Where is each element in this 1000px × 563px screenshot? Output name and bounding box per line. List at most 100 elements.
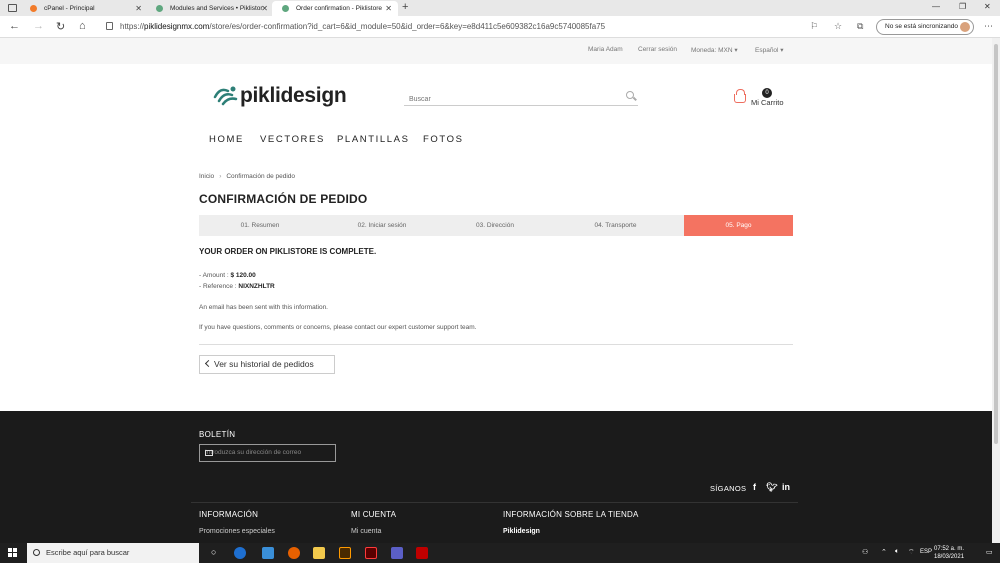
people-icon[interactable]: ⚇	[862, 548, 868, 556]
breadcrumb-current: Confirmación de pedido	[226, 173, 296, 180]
nav-home[interactable]: HOME	[209, 134, 244, 145]
checkout-steps: 01. Resumen 02. Iniciar sesión 03. Direc…	[199, 215, 793, 236]
order-complete-message: YOUR ORDER ON PIKLISTORE IS COMPLETE.	[199, 247, 377, 256]
footer-account-heading: MI CUENTA	[351, 510, 397, 519]
language-selector[interactable]: Español ▾	[755, 46, 784, 54]
browser-tab-bar: cPanel - Principal ✕ Modules and Service…	[0, 0, 1000, 16]
piklidesign-logo-icon[interactable]	[212, 82, 240, 108]
tab-modules[interactable]: Modules and Services • Piklistor ✕	[146, 1, 274, 16]
network-icon[interactable]: ⌔	[908, 548, 915, 557]
tab-actions-icon[interactable]	[8, 4, 17, 12]
windows-start-icon[interactable]	[8, 548, 18, 558]
nav-plantillas[interactable]: PLANTILLAS	[337, 134, 410, 145]
footer-divider	[191, 502, 798, 503]
clock-date: 18/03/2021	[934, 554, 965, 560]
step-pago: 05. Pago	[684, 215, 793, 236]
new-tab-button[interactable]: +	[402, 1, 408, 13]
footer-link-my-account[interactable]: Mi cuenta	[351, 528, 381, 535]
forward-icon[interactable]: →	[33, 20, 44, 32]
tab-label: Modules and Services • Piklistor	[170, 5, 263, 12]
tab-order-confirmation[interactable]: Order confirmation - Piklistore ✕	[272, 1, 398, 16]
reload-icon[interactable]: ↻	[56, 20, 65, 33]
cart-basket-icon	[734, 89, 746, 103]
close-icon[interactable]: ✕	[385, 1, 392, 16]
step-iniciar-sesion: 02. Iniciar sesión	[357, 222, 407, 229]
envelope-icon[interactable]	[205, 450, 213, 456]
restore-icon[interactable]: ❐	[959, 2, 966, 11]
volume-icon[interactable]: 🔈︎	[895, 548, 899, 556]
nav-vectores[interactable]: VECTORES	[260, 134, 325, 145]
firefox-icon[interactable]	[288, 547, 300, 559]
avatar	[960, 22, 970, 32]
step-direccion: 03. Dirección	[476, 222, 514, 229]
url-field[interactable]: https://piklidesignmx.com/store/es/order…	[120, 22, 605, 31]
taskbar-clock[interactable]: 07:52 a. m. 18/03/2021	[934, 545, 964, 561]
logo-wordmark[interactable]: piklidesign	[240, 84, 347, 108]
cart-label: Mi Carrito	[751, 98, 784, 107]
lock-icon[interactable]	[106, 22, 113, 30]
read-aloud-icon[interactable]: ⚐	[810, 21, 818, 32]
acrobat-icon[interactable]	[365, 547, 377, 559]
tray-chevron-icon[interactable]: ⌃	[881, 548, 887, 556]
tab-label: Order confirmation - Piklistore	[296, 5, 382, 12]
piklistore-favicon-icon	[156, 5, 163, 12]
newsletter-email-input[interactable]: Introduzca su dirección de correo	[199, 444, 336, 462]
taskbar-search-label: Escribe aquí para buscar	[46, 548, 130, 557]
search-input[interactable]	[404, 91, 604, 108]
filezilla-icon[interactable]	[416, 547, 428, 559]
currency-selector[interactable]: Moneda: MXN ▾	[691, 46, 738, 54]
linkedin-icon[interactable]: in	[782, 482, 790, 492]
windows-taskbar: Escribe aquí para buscar ○ ⚇ ⌃ 🔈︎ ⌔ ESP …	[0, 543, 1000, 563]
page-title: CONFIRMACIÓN DE PEDIDO	[199, 192, 368, 206]
piklistore-favicon-icon	[282, 5, 289, 12]
footer-store-heading: INFORMACIÓN SOBRE LA TIENDA	[503, 510, 639, 519]
sync-label: No se está sincronizando	[885, 23, 958, 30]
close-icon[interactable]: ✕	[261, 1, 268, 16]
site-footer: BOLETÍN Introduzca su dirección de corre…	[0, 411, 992, 543]
currency-label: Moneda: MXN	[691, 47, 733, 54]
language-indicator[interactable]: ESP	[920, 549, 932, 555]
step-transporte: 04. Transporte	[594, 222, 637, 229]
address-bar: ← → ↻ ⌂ https://piklidesignmx.com/store/…	[0, 16, 1000, 38]
twitter-icon[interactable]: 🐦︎	[766, 482, 777, 493]
collections-icon[interactable]: ⧉	[857, 21, 863, 32]
nav-fotos[interactable]: FOTOS	[423, 134, 464, 145]
close-icon[interactable]: ✕	[135, 1, 142, 16]
taskbar-search[interactable]: Escribe aquí para buscar	[27, 543, 199, 563]
scrollbar-thumb[interactable]	[994, 44, 998, 444]
cart-button[interactable]: 0 Mi Carrito	[734, 88, 794, 111]
newsletter-placeholder: Introduzca su dirección de correo	[205, 449, 302, 456]
breadcrumb-home[interactable]: Inicio	[199, 173, 214, 180]
logout-link[interactable]: Cerrar sesión	[638, 46, 677, 53]
footer-link-promotions[interactable]: Promociones especiales	[199, 528, 275, 535]
teams-icon[interactable]	[391, 547, 403, 559]
facebook-icon[interactable]: f	[753, 482, 756, 492]
file-explorer-icon[interactable]	[313, 547, 325, 559]
order-reference: - Reference : NIXNZHLTR	[199, 283, 275, 290]
back-icon[interactable]: ←	[9, 20, 20, 32]
reference-value: NIXNZHLTR	[238, 283, 275, 290]
step-resumen: 01. Resumen	[240, 222, 280, 229]
minimize-icon[interactable]: —	[932, 2, 940, 11]
order-amount: - Amount : $ 120.00	[199, 272, 256, 279]
order-history-label: Ver su historial de pedidos	[214, 359, 314, 369]
mail-icon[interactable]	[262, 547, 274, 559]
home-icon[interactable]: ⌂	[79, 20, 86, 32]
order-history-button[interactable]: Ver su historial de pedidos	[199, 355, 335, 374]
amount-label: - Amount :	[199, 272, 229, 279]
amount-value: $ 120.00	[230, 272, 256, 279]
page-viewport: Maria Adam Cerrar sesión Moneda: MXN ▾ E…	[0, 38, 992, 543]
favorite-star-icon[interactable]: ☆	[834, 21, 842, 32]
more-menu-icon[interactable]: ⋯	[984, 21, 993, 32]
sync-profile-button[interactable]: No se está sincronizando	[876, 19, 974, 35]
follow-us-label: SÍGANOS	[710, 484, 747, 493]
window-close-icon[interactable]: ✕	[984, 2, 991, 11]
notifications-icon[interactable]: ▭	[986, 548, 993, 556]
user-account-link[interactable]: Maria Adam	[588, 46, 623, 53]
tab-cpanel[interactable]: cPanel - Principal ✕	[20, 1, 148, 16]
edge-browser-icon[interactable]	[234, 547, 246, 559]
search-icon[interactable]	[626, 91, 634, 99]
newsletter-heading: BOLETÍN	[199, 430, 236, 439]
cortana-icon[interactable]: ○	[211, 547, 216, 557]
illustrator-icon[interactable]	[339, 547, 351, 559]
